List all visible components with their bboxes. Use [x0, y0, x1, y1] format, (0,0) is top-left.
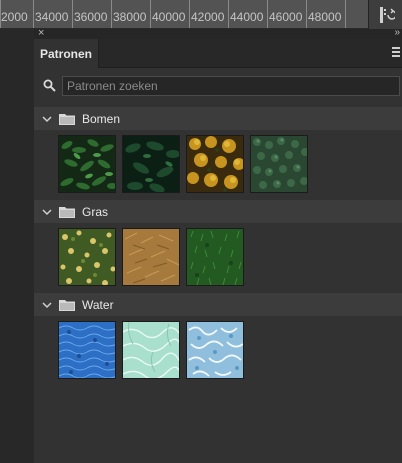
- pattern-swatch-grass-green[interactable]: [186, 228, 244, 286]
- group-label-bomen: Bomen: [82, 111, 121, 126]
- folder-icon: [59, 206, 75, 218]
- search-bar: [42, 76, 400, 96]
- folder-icon: [59, 113, 75, 125]
- ruler-label: 2000: [1, 10, 28, 24]
- ruler-label: 34000: [35, 10, 69, 24]
- ruler-label: 48000: [308, 10, 342, 24]
- patterns-panel: × » Patronen Bomen: [34, 27, 402, 463]
- folder-icon: [59, 299, 75, 311]
- horizontal-ruler[interactable]: 2000 34000 36000 38000 40000 42000 44000…: [0, 0, 368, 29]
- chevron-down-icon[interactable]: [42, 207, 52, 217]
- pattern-swatch-grass-dry-brown[interactable]: [122, 228, 180, 286]
- chevron-down-icon[interactable]: [42, 300, 52, 310]
- chevron-down-icon[interactable]: [42, 114, 52, 124]
- pattern-swatch-trees-dark-green[interactable]: [122, 135, 180, 193]
- group-label-water: Water: [82, 297, 114, 312]
- group-header-bomen[interactable]: Bomen: [34, 107, 402, 130]
- search-icon: [43, 79, 56, 92]
- ruler-label: 46000: [269, 10, 303, 24]
- tab-patronen[interactable]: Patronen: [34, 39, 99, 68]
- history-icon[interactable]: [379, 6, 397, 24]
- group-header-water[interactable]: Water: [34, 293, 402, 316]
- group-header-gras[interactable]: Gras: [34, 200, 402, 223]
- pattern-swatch-water-pool-light[interactable]: [122, 321, 180, 379]
- pattern-swatch-trees-pine-aerial[interactable]: [250, 135, 308, 193]
- pattern-swatch-grass-with-flowers[interactable]: [58, 228, 116, 286]
- collapse-icon[interactable]: »: [394, 27, 399, 39]
- canvas-area: [0, 29, 35, 463]
- ruler-label: 36000: [74, 10, 108, 24]
- pattern-swatch-trees-dark-leaves[interactable]: [58, 135, 116, 193]
- ruler-label: 38000: [113, 10, 147, 24]
- search-input[interactable]: [62, 76, 400, 96]
- pattern-swatch-water-blue-ripples[interactable]: [58, 321, 116, 379]
- pattern-swatch-trees-autumn-yellow[interactable]: [186, 135, 244, 193]
- group-label-gras: Gras: [82, 204, 109, 219]
- pattern-swatch-water-white-ripples[interactable]: [186, 321, 244, 379]
- ruler-label: 42000: [191, 10, 225, 24]
- panel-tab-bar: Patronen: [34, 39, 402, 68]
- ruler-label: 44000: [230, 10, 264, 24]
- right-tool-strip: [368, 0, 402, 30]
- close-icon[interactable]: ×: [38, 27, 44, 39]
- panel-header-bar: × »: [34, 27, 402, 39]
- hamburger-icon[interactable]: [392, 47, 402, 57]
- ruler-label: 40000: [152, 10, 186, 24]
